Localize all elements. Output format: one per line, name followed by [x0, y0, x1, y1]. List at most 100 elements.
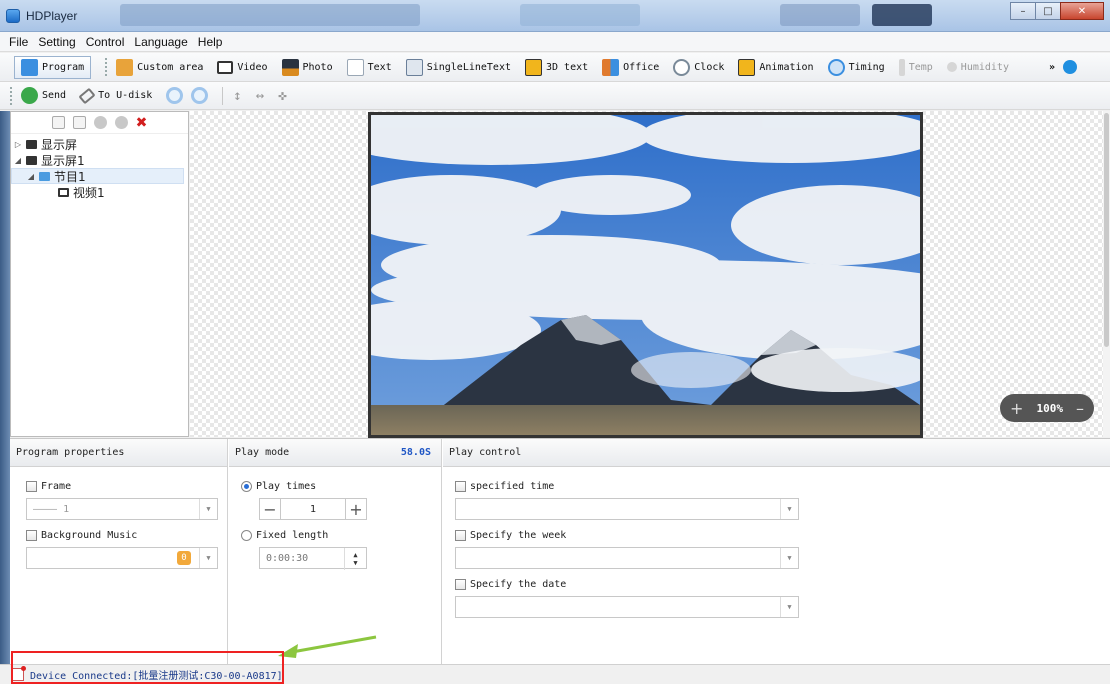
- play-icon[interactable]: [1063, 60, 1077, 74]
- zoom-in-button[interactable]: [166, 87, 187, 104]
- properties-area: Program properties Frame ———— 1 ▼ Backgr…: [10, 438, 1110, 665]
- send-button[interactable]: Send: [21, 87, 66, 104]
- toolbar-overflow-button[interactable]: »: [1049, 62, 1055, 73]
- tree-node-program1[interactable]: ◢ 节目1: [11, 168, 184, 184]
- animation-button[interactable]: Animation: [738, 58, 814, 76]
- menu-bar: File Setting Control Language Help: [0, 32, 1110, 52]
- play-times-value[interactable]: 1: [281, 498, 345, 520]
- office-icon: [602, 58, 620, 76]
- time-spinner[interactable]: ▲ ▼: [344, 548, 366, 570]
- zoom-out-button[interactable]: –: [1076, 399, 1084, 418]
- increment-button[interactable]: +: [345, 498, 367, 520]
- menu-help[interactable]: Help: [193, 35, 228, 49]
- frame-checkbox-box[interactable]: [26, 481, 37, 492]
- paste-icon[interactable]: [72, 116, 86, 129]
- chevron-down-icon[interactable]: ▼: [780, 548, 798, 568]
- horizontal-stretch-icon[interactable]: ↔: [256, 88, 264, 104]
- video-button[interactable]: Video: [217, 60, 268, 74]
- office-button[interactable]: Office: [602, 58, 659, 76]
- menu-control[interactable]: Control: [81, 35, 130, 49]
- specify-week-checkbox[interactable]: Specify the week: [455, 530, 566, 541]
- humidity-button[interactable]: Humidity: [946, 62, 1009, 73]
- annotation-highlight-box: [11, 651, 284, 684]
- program-button[interactable]: Program: [14, 55, 92, 79]
- fixed-length-radio-dot[interactable]: [241, 530, 252, 541]
- copy-icon[interactable]: [51, 116, 65, 129]
- play-times-radio-dot[interactable]: [241, 481, 252, 492]
- specify-date-checkbox-box[interactable]: [455, 579, 466, 590]
- vertical-stretch-icon[interactable]: ↕: [233, 88, 241, 104]
- fixed-length-input[interactable]: 0:00:30 ▲ ▼: [259, 547, 367, 570]
- delete-icon[interactable]: ✖: [136, 115, 148, 131]
- chevron-down-icon[interactable]: ▼: [199, 499, 217, 519]
- send-icon: [21, 87, 38, 104]
- humidity-icon: [946, 62, 957, 72]
- toolbar-grip[interactable]: [105, 58, 108, 76]
- toolbar-separator: [222, 86, 224, 105]
- menu-language[interactable]: Language: [129, 35, 192, 49]
- timing-button[interactable]: Timing: [827, 58, 885, 76]
- menu-setting[interactable]: Setting: [33, 35, 80, 49]
- play-control-header: Play control: [443, 439, 1110, 467]
- move-up-icon[interactable]: [93, 116, 107, 129]
- zoom-out-button[interactable]: [191, 87, 212, 104]
- chevron-down-icon[interactable]: ▼: [780, 499, 798, 519]
- scrollbar-thumb[interactable]: [1104, 113, 1109, 347]
- video-icon: [58, 187, 69, 197]
- tree-node-screen[interactable]: ▷ 显示屏: [11, 136, 188, 152]
- toolbar-grip[interactable]: [10, 86, 13, 105]
- custom-area-button[interactable]: Custom area: [116, 58, 203, 76]
- blurred-region: [120, 4, 420, 26]
- fixed-length-radio[interactable]: Fixed length: [241, 530, 328, 541]
- specify-week-select[interactable]: ▼: [455, 547, 799, 569]
- decrement-button[interactable]: −: [259, 498, 281, 520]
- to-udisk-button[interactable]: To U-disk: [78, 87, 152, 104]
- play-mode-panel: Play mode 58.0S Play times − 1 + Fixed l…: [229, 439, 442, 665]
- specify-date-checkbox[interactable]: Specify the date: [455, 579, 566, 590]
- temp-button[interactable]: Temp: [898, 58, 933, 76]
- move-icon[interactable]: ✜: [278, 88, 286, 104]
- collapse-arrow-icon[interactable]: ◢: [13, 156, 23, 165]
- close-button[interactable]: ✕: [1060, 2, 1104, 20]
- background-music-checkbox-box[interactable]: [26, 530, 37, 541]
- specify-week-checkbox-box[interactable]: [455, 530, 466, 541]
- background-music-checkbox[interactable]: Background Music: [26, 530, 137, 541]
- maximize-button[interactable]: □: [1035, 2, 1061, 20]
- specified-time-checkbox-box[interactable]: [455, 481, 466, 492]
- screen-icon: [26, 155, 37, 165]
- text-button[interactable]: Text: [346, 58, 392, 76]
- total-duration: 58.0S: [400, 447, 431, 458]
- play-times-radio[interactable]: Play times: [241, 481, 316, 492]
- frame-checkbox[interactable]: Frame: [26, 481, 71, 492]
- specify-date-select[interactable]: ▼: [455, 596, 799, 618]
- frame-select[interactable]: ———— 1 ▼: [26, 498, 218, 520]
- canvas-vertical-scrollbar[interactable]: [1103, 111, 1110, 437]
- tree-tools: ✖: [11, 112, 188, 134]
- play-mode-header: Play mode 58.0S: [229, 439, 441, 467]
- program-tree-panel: ✖ ▷ 显示屏 ◢ 显示屏1 ◢ 节目1 视频1: [10, 111, 189, 437]
- tree-node-video1[interactable]: 视频1: [11, 184, 188, 200]
- blurred-region: [872, 4, 932, 26]
- mountain-landscape-image: [371, 115, 920, 435]
- specified-time-select[interactable]: ▼: [455, 498, 799, 520]
- menu-file[interactable]: File: [4, 35, 33, 49]
- expand-arrow-icon[interactable]: ▷: [13, 140, 23, 149]
- zoom-in-button[interactable]: +: [1010, 399, 1023, 418]
- specified-time-checkbox[interactable]: specified time: [455, 481, 554, 492]
- minimize-button[interactable]: –: [1010, 2, 1036, 20]
- video-preview[interactable]: [368, 112, 923, 438]
- chevron-down-icon[interactable]: ▼: [199, 548, 217, 568]
- photo-button[interactable]: Photo: [281, 58, 333, 76]
- usb-icon: [78, 87, 96, 104]
- tree-node-screen1[interactable]: ◢ 显示屏1: [11, 152, 188, 168]
- chevron-down-icon[interactable]: ▼: [780, 597, 798, 617]
- clock-button[interactable]: Clock: [673, 58, 724, 76]
- window-border: [0, 111, 10, 664]
- 3d-text-icon: [525, 58, 542, 76]
- background-music-select[interactable]: 0 ▼: [26, 547, 218, 569]
- 3d-text-button[interactable]: 3D text: [525, 58, 588, 76]
- move-down-icon[interactable]: [114, 116, 128, 129]
- collapse-arrow-icon[interactable]: ◢: [26, 172, 36, 181]
- single-line-text-button[interactable]: SingleLineText: [405, 58, 511, 76]
- window-controls: – □ ✕: [1010, 2, 1104, 20]
